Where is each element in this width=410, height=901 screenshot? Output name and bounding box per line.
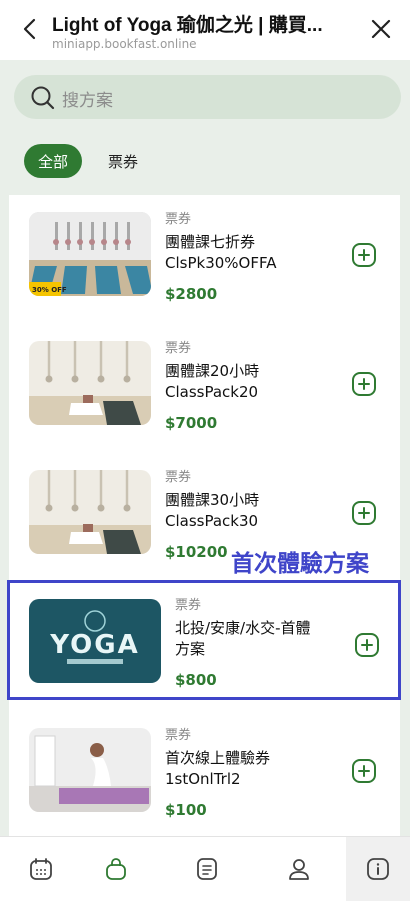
- add-to-cart-button[interactable]: [352, 501, 376, 525]
- product-name: 團體課七折券 ClsPk30%OFFA: [165, 232, 335, 274]
- product-name-line1: 團體課30小時: [165, 491, 260, 509]
- nav-calendar[interactable]: [0, 837, 82, 901]
- back-button[interactable]: [14, 14, 44, 44]
- product-image: 30% OFF: [29, 212, 151, 296]
- product-category: 票券: [165, 470, 192, 485]
- promo-badge: 30% OFF: [32, 286, 67, 294]
- product-price: $100: [165, 801, 207, 819]
- product-image: [29, 470, 151, 554]
- product-name-line2: ClassPack20: [165, 383, 259, 401]
- product-price: $2800: [165, 285, 218, 303]
- main-content: 搜方案 全部 票券 30% OFF 票券 團體課七折券 ClsPk30%OFFA…: [0, 60, 410, 836]
- page-url: miniapp.bookfast.online: [52, 37, 197, 51]
- plus-icon: [358, 765, 370, 777]
- search-icon: [31, 86, 55, 110]
- search-input[interactable]: 搜方案: [14, 75, 401, 119]
- product-category: 票券: [165, 212, 192, 227]
- product-card[interactable]: 票券 團體課20小時 ClassPack20 $7000: [9, 324, 400, 454]
- plus-icon: [358, 507, 370, 519]
- product-name: 團體課20小時 ClassPack20: [165, 361, 335, 403]
- nav-orders[interactable]: [166, 837, 248, 901]
- add-to-cart-button[interactable]: [352, 372, 376, 396]
- plus-icon: [358, 378, 370, 390]
- product-name: 團體課30小時 ClassPack30: [165, 490, 335, 532]
- product-name-line1: 首次線上體驗券: [165, 749, 271, 767]
- product-list: 30% OFF 票券 團體課七折券 ClsPk30%OFFA $2800 票券 …: [9, 195, 400, 836]
- plus-icon: [358, 249, 370, 261]
- annotation-label: 首次體驗方案: [231, 551, 369, 577]
- close-icon: [371, 19, 391, 39]
- filter-chip-all[interactable]: 全部: [24, 144, 82, 178]
- product-category: 票券: [165, 728, 192, 743]
- search-placeholder: 搜方案: [62, 91, 113, 111]
- product-name-line2: ClassPack30: [165, 512, 259, 530]
- product-price: $10200: [165, 543, 228, 561]
- document-icon: [197, 858, 217, 880]
- top-bar: Light of Yoga 瑜伽之光 | 購買... miniapp.bookf…: [0, 0, 410, 60]
- product-card[interactable]: 30% OFF 票券 團體課七折券 ClsPk30%OFFA $2800: [9, 195, 400, 325]
- shopping-bag-icon: [106, 858, 126, 880]
- product-name-line1: 團體課20小時: [165, 362, 260, 380]
- page-title: Light of Yoga 瑜伽之光 | 購買...: [52, 15, 323, 36]
- add-to-cart-button[interactable]: [352, 759, 376, 783]
- add-to-cart-button[interactable]: [352, 243, 376, 267]
- filter-chip-tickets[interactable]: 票券: [96, 144, 150, 178]
- product-name: 首次線上體驗券 1stOnlTrl2: [165, 748, 335, 790]
- product-name-line1: 團體課七折券: [165, 233, 256, 251]
- product-image: [29, 341, 151, 425]
- bottom-nav: [0, 836, 410, 901]
- highlight-box: [7, 580, 401, 700]
- nav-profile[interactable]: [258, 837, 340, 901]
- info-icon: [367, 858, 389, 880]
- nav-info[interactable]: [346, 837, 410, 901]
- user-icon: [289, 859, 309, 880]
- product-name-line2: ClsPk30%OFFA: [165, 254, 277, 272]
- product-image: [29, 728, 151, 812]
- product-card[interactable]: 票券 首次線上體驗券 1stOnlTrl2 $100: [9, 711, 400, 836]
- product-name-line2: 1stOnlTrl2: [165, 770, 241, 788]
- nav-shop[interactable]: [75, 837, 157, 901]
- calendar-icon: [30, 858, 52, 880]
- chevron-left-icon: [23, 18, 36, 40]
- close-button[interactable]: [366, 14, 396, 44]
- product-price: $7000: [165, 414, 218, 432]
- product-category: 票券: [165, 341, 192, 356]
